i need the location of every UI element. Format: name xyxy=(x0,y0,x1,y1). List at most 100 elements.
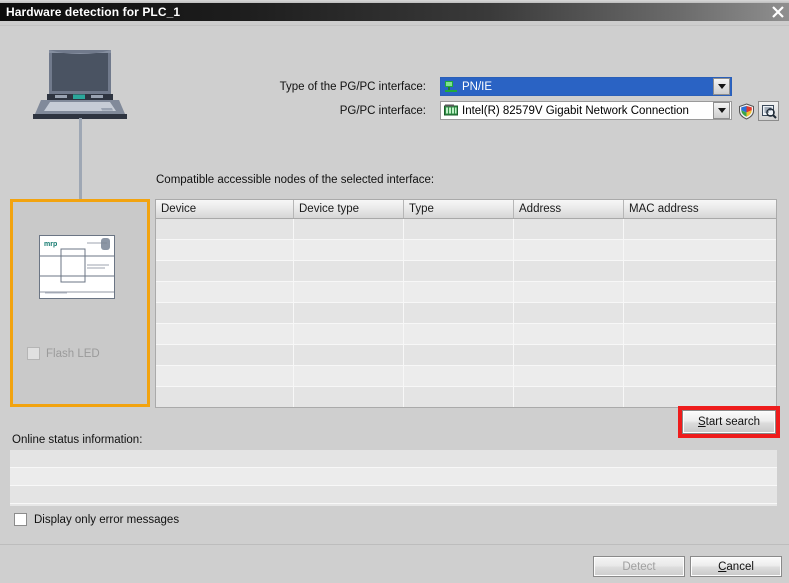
flash-led-label: Flash LED xyxy=(46,347,100,360)
table-cell xyxy=(294,261,404,281)
table-cell xyxy=(404,240,514,260)
table-row[interactable] xyxy=(156,324,776,345)
table-cell xyxy=(404,282,514,302)
dialog-title: Hardware detection for PLC_1 xyxy=(6,5,181,19)
table-cell xyxy=(156,387,294,407)
detect-label: Detect xyxy=(622,560,656,573)
table-row[interactable] xyxy=(156,387,776,407)
start-search-button[interactable]: Start search xyxy=(682,410,776,434)
footer-separator xyxy=(0,544,789,545)
column-header-type[interactable]: Type xyxy=(404,200,514,218)
column-header-device-type[interactable]: Device type xyxy=(294,200,404,218)
table-cell xyxy=(404,345,514,365)
shield-icon[interactable] xyxy=(737,102,755,120)
chevron-down-icon[interactable] xyxy=(713,102,730,119)
table-cell xyxy=(156,282,294,302)
status-row xyxy=(10,486,777,504)
table-cell xyxy=(404,303,514,323)
table-cell xyxy=(156,219,294,239)
column-header-device[interactable]: Device xyxy=(156,200,294,218)
table-cell xyxy=(294,282,404,302)
column-header-address[interactable]: Address xyxy=(514,200,624,218)
table-cell xyxy=(294,366,404,386)
accessible-nodes-body[interactable] xyxy=(156,219,776,407)
table-cell xyxy=(624,303,776,323)
table-cell xyxy=(156,303,294,323)
table-cell xyxy=(624,261,776,281)
table-cell xyxy=(294,324,404,344)
table-cell xyxy=(156,366,294,386)
connection-cable xyxy=(79,118,82,210)
display-only-error-messages-label: Display only error messages xyxy=(34,513,180,526)
close-icon[interactable] xyxy=(767,3,789,21)
table-cell xyxy=(404,366,514,386)
table-cell xyxy=(514,219,624,239)
table-cell xyxy=(514,345,624,365)
cancel-label: Cancel xyxy=(718,560,754,573)
detect-button[interactable]: Detect xyxy=(593,556,685,577)
table-cell xyxy=(624,219,776,239)
pgpc-interface-combobox[interactable]: Intel(R) 82579V Gigabit Network Connecti… xyxy=(440,101,732,120)
network-adapter-icon xyxy=(443,104,459,118)
table-cell xyxy=(514,366,624,386)
pgpc-interface-label: PG/PC interface: xyxy=(339,105,426,117)
dialog-titlebar[interactable]: Hardware detection for PLC_1 xyxy=(0,3,789,21)
table-cell xyxy=(514,324,624,344)
search-properties-icon[interactable] xyxy=(758,101,779,121)
table-cell xyxy=(624,345,776,365)
type-of-pgpc-interface-label: Type of the PG/PC interface: xyxy=(279,81,426,93)
table-cell xyxy=(294,240,404,260)
flash-led-checkbox[interactable] xyxy=(27,347,40,360)
table-cell xyxy=(294,345,404,365)
svg-text:mrp: mrp xyxy=(44,241,57,248)
table-cell xyxy=(514,282,624,302)
table-cell xyxy=(156,240,294,260)
table-cell xyxy=(404,219,514,239)
table-cell xyxy=(156,345,294,365)
table-row[interactable] xyxy=(156,219,776,240)
accessible-nodes-caption: Compatible accessible nodes of the selec… xyxy=(156,174,435,186)
type-of-pgpc-interface-combobox[interactable]: PN/IE xyxy=(440,77,732,96)
pgpc-interface-value: Intel(R) 82579V Gigabit Network Connecti… xyxy=(462,104,689,117)
table-cell xyxy=(156,324,294,344)
table-row[interactable] xyxy=(156,366,776,387)
accessible-nodes-table[interactable]: Device Device type Type Address MAC address xyxy=(155,199,777,408)
table-cell xyxy=(404,261,514,281)
cancel-button[interactable]: Cancel xyxy=(690,556,782,577)
chevron-down-icon[interactable] xyxy=(713,78,730,95)
accessible-nodes-header: Device Device type Type Address MAC address xyxy=(156,200,776,219)
display-only-error-messages-row[interactable]: Display only error messages xyxy=(14,513,179,526)
device-preview-panel[interactable]: mrp Flash LED xyxy=(10,199,150,407)
plc-module-graphic: mrp xyxy=(39,235,115,299)
table-cell xyxy=(514,387,624,407)
display-only-error-messages-checkbox[interactable] xyxy=(14,513,27,526)
table-row[interactable] xyxy=(156,282,776,303)
table-cell xyxy=(156,261,294,281)
table-cell xyxy=(624,282,776,302)
column-header-mac-address[interactable]: MAC address xyxy=(624,200,776,218)
table-cell xyxy=(404,324,514,344)
status-row xyxy=(10,450,777,468)
flash-led-checkbox-row[interactable]: Flash LED xyxy=(27,347,100,360)
laptop-graphic xyxy=(33,48,127,128)
start-search-label: Start search xyxy=(698,416,760,428)
table-row[interactable] xyxy=(156,345,776,366)
status-row xyxy=(10,468,777,486)
type-of-pgpc-interface-value: PN/IE xyxy=(462,80,493,93)
table-cell xyxy=(624,324,776,344)
table-cell xyxy=(294,219,404,239)
titlebar-underline xyxy=(0,21,789,26)
table-cell xyxy=(514,303,624,323)
table-row[interactable] xyxy=(156,303,776,324)
table-cell xyxy=(294,303,404,323)
table-cell xyxy=(514,240,624,260)
table-cell xyxy=(624,240,776,260)
hardware-detection-dialog: Hardware detection for PLC_1 Type of the… xyxy=(0,0,789,583)
table-row[interactable] xyxy=(156,261,776,282)
table-cell xyxy=(294,387,404,407)
online-status-list[interactable] xyxy=(10,450,777,506)
table-cell xyxy=(624,366,776,386)
pn-ie-network-icon xyxy=(443,80,459,94)
table-row[interactable] xyxy=(156,240,776,261)
table-cell xyxy=(624,387,776,407)
